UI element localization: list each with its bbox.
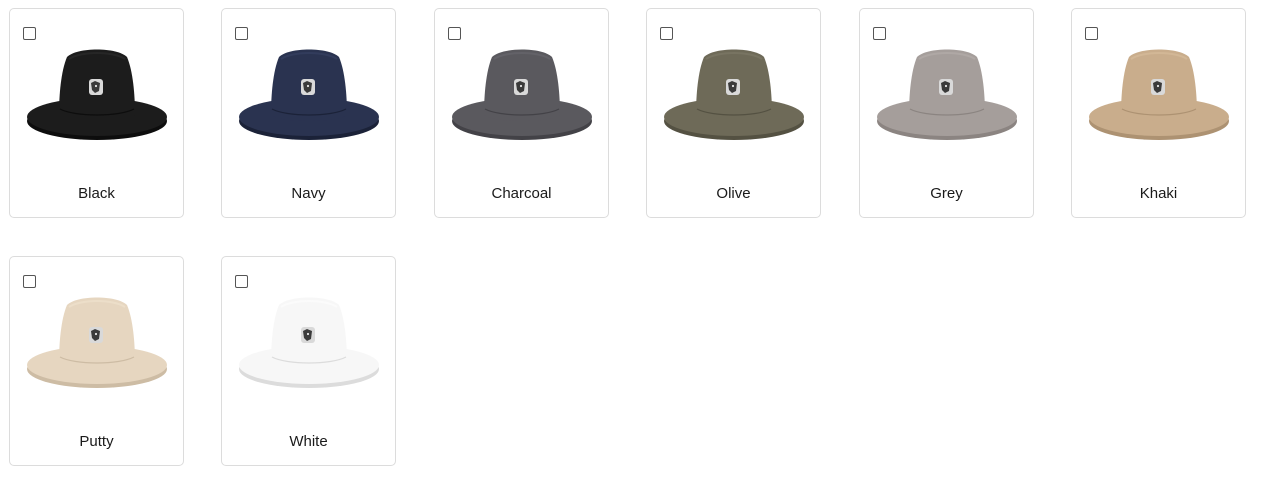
dog-logo-eye: [94, 84, 98, 88]
swatch-checkbox-olive[interactable]: [660, 27, 673, 40]
bucket-hat-image: [27, 49, 167, 140]
swatch-label: Charcoal: [491, 185, 552, 202]
swatch-checkbox-putty[interactable]: [23, 275, 36, 288]
swatch-label: Navy: [291, 185, 326, 202]
dog-logo-eye: [306, 332, 310, 336]
dog-logo-eye: [731, 84, 735, 88]
swatch-label: Khaki: [1139, 185, 1178, 202]
swatch-checkbox-navy[interactable]: [235, 27, 248, 40]
swatch-label: Black: [78, 185, 115, 202]
dog-logo-eye: [1156, 84, 1160, 88]
swatch-card-charcoal[interactable]: Charcoal: [434, 8, 609, 218]
swatch-card-olive[interactable]: Olive: [646, 8, 821, 218]
swatch-checkbox-khaki[interactable]: [1085, 27, 1098, 40]
swatch-checkbox-black[interactable]: [23, 27, 36, 40]
swatch-card-putty[interactable]: Putty: [9, 256, 184, 466]
bucket-hat-image: [452, 49, 592, 140]
swatch-card-navy[interactable]: Navy: [221, 8, 396, 218]
swatch-checkbox-white[interactable]: [235, 275, 248, 288]
swatch-card-white[interactable]: White: [221, 256, 396, 466]
bucket-hat-image: [239, 297, 379, 388]
swatch-card-khaki[interactable]: Khaki: [1071, 8, 1246, 218]
swatch-label: White: [289, 433, 328, 450]
swatch-card-black[interactable]: Black: [9, 8, 184, 218]
bucket-hat-image: [239, 49, 379, 140]
bucket-hat-image: [27, 297, 167, 388]
bucket-hat-image: [664, 49, 804, 140]
swatch-card-grey[interactable]: Grey: [859, 8, 1034, 218]
swatch-checkbox-charcoal[interactable]: [448, 27, 461, 40]
dog-logo-eye: [306, 84, 310, 88]
swatch-label: Olive: [716, 185, 751, 202]
bucket-hat-image: [877, 49, 1017, 140]
bucket-hat-image: [1089, 49, 1229, 140]
swatch-label: Grey: [930, 185, 963, 202]
swatch-checkbox-grey[interactable]: [873, 27, 886, 40]
dog-logo-eye: [94, 332, 98, 336]
dog-logo-eye: [519, 84, 523, 88]
swatch-label: Putty: [79, 433, 114, 450]
color-swatch-grid: Black Navy Charcoal Olive Grey Khaki Put…: [0, 0, 1261, 480]
dog-logo-eye: [944, 84, 948, 88]
